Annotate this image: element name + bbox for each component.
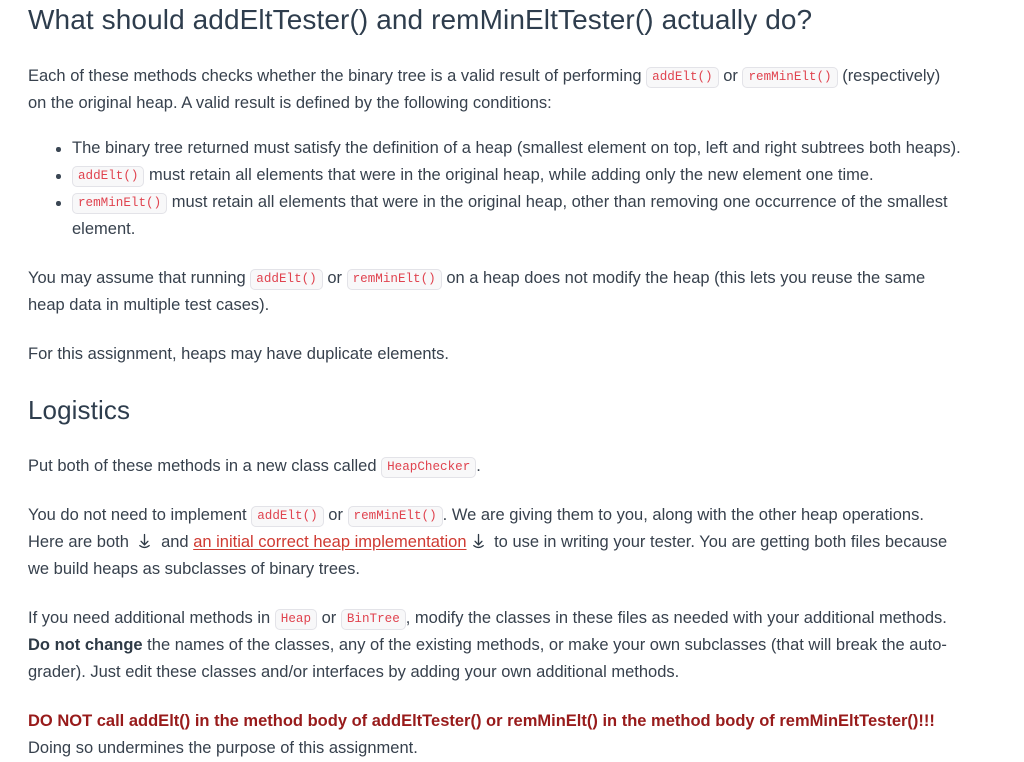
code-remminelt: remMinElt()	[347, 505, 443, 527]
implement-text-part1: You do not need to implement	[28, 505, 252, 524]
list-item: remMinElt() must retain all elements tha…	[56, 189, 996, 243]
intro-paragraph: Each of these methods checks whether the…	[28, 63, 958, 117]
download-icon[interactable]	[470, 533, 487, 550]
warning-rest: Doing so undermines the purpose of this …	[28, 738, 418, 757]
code-addelt: addElt()	[646, 67, 719, 88]
code-bintree: BinTree	[340, 608, 406, 630]
list-item: addElt() must retain all elements that w…	[56, 162, 996, 189]
code-addelt: addElt()	[250, 269, 323, 290]
additional-text-part1: If you need additional methods in	[28, 608, 275, 627]
code-addelt: addElt()	[251, 505, 324, 527]
intro-text-part1: Each of these methods checks whether the…	[28, 67, 647, 85]
code-remminelt: remMinElt()	[72, 193, 168, 214]
duplicates-paragraph: For this assignment, heaps may have dupl…	[28, 345, 449, 363]
do-not-change-emphasis: Do not change	[28, 635, 143, 654]
additional-text-part2: or	[317, 608, 341, 627]
code-remminelt: remMinElt()	[346, 269, 442, 290]
intro-text-part2: or	[718, 67, 743, 85]
conditions-list: The binary tree returned must satisfy th…	[28, 135, 996, 243]
list-item: The binary tree returned must satisfy th…	[56, 135, 996, 162]
assume-paragraph: You may assume that running addElt() or …	[28, 265, 958, 319]
code-remminelt: remMinElt()	[742, 67, 838, 88]
implement-text-part2: or	[323, 505, 348, 524]
code-heapchecker: HeapChecker	[381, 456, 477, 478]
put-text-part1: Put both of these methods in a new class…	[28, 456, 382, 475]
bullet-3-text: must retain all elements that were in th…	[72, 193, 948, 238]
assume-text-part1: You may assume that running	[28, 269, 251, 287]
implement-paragraph: You do not need to implement addElt() or…	[28, 502, 958, 583]
additional-methods-paragraph: If you need additional methods in Heap o…	[28, 605, 958, 686]
bullet-2-text: must retain all elements that were in th…	[144, 166, 874, 184]
implement-text-part4: and	[156, 532, 194, 551]
warning-paragraph: DO NOT call addElt() in the method body …	[28, 708, 958, 762]
bullet-1-text: The binary tree returned must satisfy th…	[72, 139, 961, 157]
additional-text-part3: , modify the classes in these files as n…	[405, 608, 947, 627]
code-addelt: addElt()	[72, 166, 145, 187]
document-page: What should addEltTester() and remMinElt…	[0, 0, 1024, 762]
page-title: What should addEltTester() and remMinElt…	[28, 4, 813, 35]
heap-implementation-link[interactable]: an initial correct heap implementation	[193, 533, 466, 551]
section-title-logistics: Logistics	[28, 395, 131, 425]
warning-emphasis: DO NOT call addElt() in the method body …	[28, 711, 935, 730]
put-text-part2: .	[476, 456, 481, 475]
download-icon[interactable]	[136, 533, 153, 550]
additional-text-part4: the names of the classes, any of the exi…	[28, 635, 947, 681]
put-methods-paragraph: Put both of these methods in a new class…	[28, 453, 958, 480]
code-heap: Heap	[274, 608, 317, 630]
assume-text-part2: or	[322, 269, 347, 287]
